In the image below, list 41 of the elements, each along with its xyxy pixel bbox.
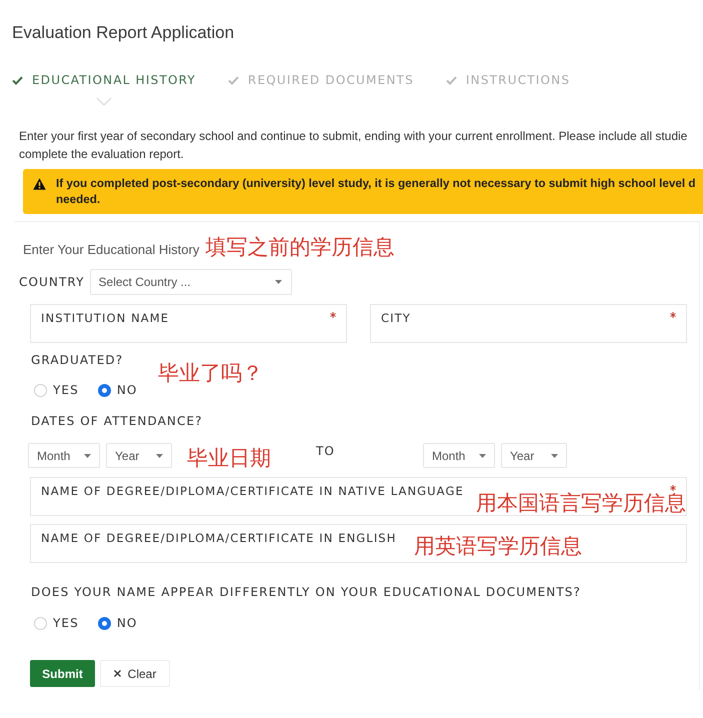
question-label: DATES OF ATTENDANCE? — [31, 413, 203, 429]
date-select[interactable]: Year — [106, 443, 172, 468]
submit-button[interactable]: Submit — [30, 660, 95, 687]
caret-icon — [84, 454, 91, 458]
check-icon — [228, 76, 239, 84]
question-label: GRADUATED? — [31, 352, 124, 368]
caret-icon — [478, 454, 486, 458]
question-label: DOES YOUR NAME APPEAR DIFFERENTLY ON YOUR EDUCATIONAL DOCUMENTS? — [31, 584, 581, 600]
check-icon — [12, 76, 23, 84]
radio-label: NO — [116, 382, 138, 398]
radio-button[interactable] — [98, 616, 111, 630]
check-icon — [446, 76, 457, 84]
step-tab[interactable]: EDUCATIONAL HISTORY — [12, 72, 196, 88]
range-separator: TO — [316, 443, 335, 459]
annotation-text: 毕业了吗？ — [158, 361, 263, 385]
page-title: Evaluation Report Application — [12, 22, 234, 44]
radio-label: YES — [53, 615, 79, 631]
clear-button[interactable]: Clear — [100, 660, 170, 687]
radio-button[interactable] — [98, 384, 111, 396]
date-select[interactable]: Month — [422, 443, 495, 468]
caret-icon — [550, 454, 558, 458]
annotation-text: 毕业日期 — [187, 446, 271, 470]
annotation-text: 用本国语言写学历信息 — [476, 491, 686, 515]
text-field[interactable]: CITY — [370, 304, 687, 343]
alert-text: If you completed post-secondary (university) level study, it is generally not necessary to submit high school level d needed. — [56, 176, 696, 208]
radio-label: YES — [53, 382, 79, 398]
date-select[interactable]: Month — [28, 443, 100, 468]
field-label: COUNTRY — [19, 274, 85, 290]
warning-icon — [33, 178, 46, 190]
annotation-text: 用英语写学历信息 — [414, 534, 582, 558]
country-select[interactable]: Select Country ... — [90, 269, 292, 295]
date-select[interactable]: Year — [500, 443, 567, 468]
annotation-text: 填写之前的学历信息 — [205, 235, 394, 259]
caret-icon — [156, 454, 163, 458]
radio-label: NO — [116, 615, 138, 631]
caret-icon — [274, 280, 282, 284]
chevron-icon — [96, 97, 112, 106]
intro-paragraph: Enter your first year of secondary school and continue to submit, ending with your current enrollment. Please include all studie complete the evaluation report. — [19, 128, 688, 163]
section-heading: Enter Your Educational History — [23, 241, 200, 259]
x-icon — [114, 670, 121, 677]
text-field[interactable]: INSTITUTION NAME — [30, 304, 347, 343]
